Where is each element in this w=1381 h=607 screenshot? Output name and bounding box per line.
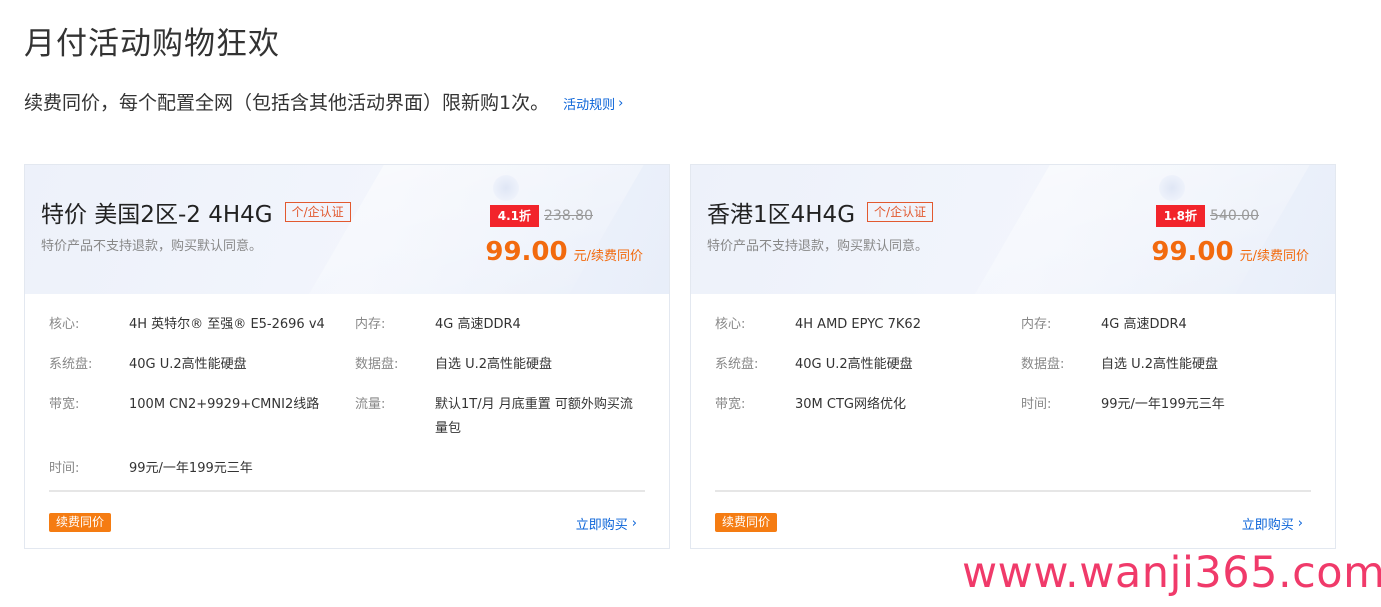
buy-now-button[interactable]: 立即购买 › — [1242, 514, 1303, 533]
header-decoration — [291, 165, 667, 294]
spec-value: 40G U.2高性能硬盘 — [795, 357, 913, 372]
card-header: 特价 美国2区-2 4H4G 个/企认证 特价产品不支持退款，购买默认同意。 4… — [25, 165, 669, 294]
price-unit: 元/续费同价 — [1239, 249, 1309, 264]
product-card-us: 特价 美国2区-2 4H4G 个/企认证 特价产品不支持退款，购买默认同意。 4… — [24, 164, 670, 549]
watermark: www.wanji365.com — [962, 548, 1381, 598]
renew-tag: 续费同价 — [49, 513, 112, 532]
price: 99.00 — [485, 237, 568, 267]
spec-label: 时间: — [1021, 397, 1052, 412]
product-name: 特价 美国2区-2 4H4G — [41, 202, 273, 228]
spec-value: 自选 U.2高性能硬盘 — [435, 357, 553, 372]
buy-now-label: 立即购买 — [1241, 518, 1294, 533]
price-row: 99.00 元/续费同价 — [1151, 237, 1309, 267]
chevron-right-icon: › — [631, 516, 637, 531]
buy-now-label: 立即购买 — [575, 518, 628, 533]
discount-badge: 4.1折 — [489, 205, 539, 227]
product-name: 香港1区4H4G — [707, 202, 856, 228]
spec-value: 100M CN2+9929+CMNI2线路 — [129, 397, 320, 412]
header-decoration — [957, 165, 1333, 294]
spec-label: 系统盘: — [49, 357, 93, 372]
refund-note: 特价产品不支持退款，购买默认同意。 — [41, 239, 263, 254]
spec-value: 99元/一年199元三年 — [1101, 397, 1225, 412]
spec-label: 数据盘: — [1021, 357, 1065, 372]
subtitle-text: 续费同价，每个配置全网（包括含其他活动界面）限新购1次。 — [24, 92, 550, 114]
spec-label: 数据盘: — [355, 357, 399, 372]
header-decoration-circle — [1159, 175, 1185, 201]
spec-value: 4G 高速DDR4 — [1101, 317, 1187, 332]
original-price: 540.00 — [1210, 208, 1259, 224]
spec-value: 4H AMD EPYC 7K62 — [795, 317, 921, 332]
spec-value: 自选 U.2高性能硬盘 — [1101, 357, 1219, 372]
chevron-right-icon: › — [618, 96, 624, 111]
activity-rules-link[interactable]: 活动规则 › — [563, 94, 623, 113]
spec-label: 内存: — [1021, 317, 1052, 332]
spec-label: 系统盘: — [715, 357, 759, 372]
card-title: 特价 美国2区-2 4H4G 个/企认证 — [41, 195, 351, 229]
spec-label: 带宽: — [49, 397, 80, 412]
price: 99.00 — [1151, 237, 1234, 267]
card-title: 香港1区4H4G 个/企认证 — [707, 195, 934, 229]
card-header: 香港1区4H4G 个/企认证 特价产品不支持退款，购买默认同意。 1.8折 54… — [691, 165, 1335, 294]
page-subtitle: 续费同价，每个配置全网（包括含其他活动界面）限新购1次。 活动规则 › — [24, 88, 623, 115]
product-card-hk: 香港1区4H4G 个/企认证 特价产品不支持退款，购买默认同意。 1.8折 54… — [690, 164, 1336, 549]
spec-value: 99元/一年199元三年 — [129, 461, 253, 476]
spec-value: 4G 高速DDR4 — [435, 317, 521, 332]
cert-badge: 个/企认证 — [867, 202, 934, 222]
rules-link-label: 活动规则 — [563, 98, 616, 113]
renew-tag: 续费同价 — [715, 513, 778, 532]
spec-label: 带宽: — [715, 397, 746, 412]
spec-label: 核心: — [49, 317, 80, 332]
divider — [49, 490, 645, 492]
page-title: 月付活动购物狂欢 — [24, 26, 280, 62]
spec-value: 40G U.2高性能硬盘 — [129, 357, 247, 372]
spec-label: 核心: — [715, 317, 746, 332]
chevron-right-icon: › — [1297, 516, 1303, 531]
spec-value: 默认1T/月 月底重置 可额外购买流 — [435, 397, 633, 412]
spec-value: 30M CTG网络优化 — [795, 397, 906, 412]
refund-note: 特价产品不支持退款，购买默认同意。 — [707, 239, 929, 254]
spec-label: 时间: — [49, 461, 80, 476]
discount-row: 1.8折 540.00 — [1155, 205, 1259, 227]
spec-value-cont: 量包 — [435, 421, 462, 436]
original-price: 238.80 — [544, 208, 593, 224]
discount-row: 4.1折 238.80 — [489, 205, 593, 227]
cert-badge: 个/企认证 — [284, 202, 351, 222]
spec-value: 4H 英特尔® 至强® E5-2696 v4 — [129, 317, 325, 332]
header-decoration-circle — [493, 175, 519, 201]
price-unit: 元/续费同价 — [573, 249, 643, 264]
price-row: 99.00 元/续费同价 — [485, 237, 643, 267]
buy-now-button[interactable]: 立即购买 › — [576, 514, 637, 533]
divider — [715, 490, 1311, 492]
discount-badge: 1.8折 — [1155, 205, 1205, 227]
spec-label: 流量: — [355, 397, 386, 412]
spec-label: 内存: — [355, 317, 386, 332]
